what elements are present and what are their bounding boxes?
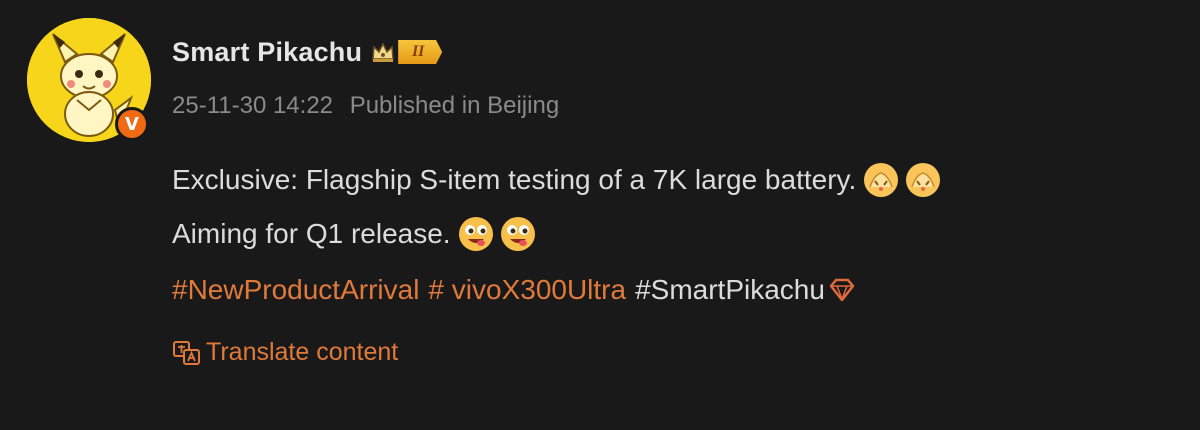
weibo-post: V Smart Pikachu II 25-11-30 14:22 Publis… bbox=[0, 0, 1200, 430]
hashtag-smart-pikachu[interactable]: #SmartPikachu bbox=[635, 268, 825, 312]
verified-badge: V bbox=[115, 107, 149, 141]
author-name[interactable]: Smart Pikachu bbox=[172, 37, 362, 68]
hands-emoji-icon bbox=[906, 163, 941, 197]
hashtag-new-product-arrival[interactable]: #NewProductArrival bbox=[172, 268, 419, 312]
yummy-emoji-icon bbox=[458, 217, 493, 251]
post-timestamp[interactable]: 25-11-30 14:22 bbox=[172, 92, 333, 119]
translate-label: Translate content bbox=[206, 338, 399, 366]
level-badge[interactable]: II bbox=[398, 40, 443, 64]
post-content: Exclusive: Flagship S-item testing of a … bbox=[172, 158, 1172, 312]
post-meta: 25-11-30 14:22 Published in Beijing bbox=[172, 92, 559, 120]
content-text-2: Aiming for Q1 release. bbox=[172, 218, 451, 249]
hands-emoji-icon bbox=[864, 163, 899, 197]
hashtag-vivo-x300-ultra[interactable]: # vivoX300Ultra bbox=[428, 268, 626, 312]
translate-content-button[interactable]: Translate content bbox=[172, 338, 398, 367]
crown-icon bbox=[372, 42, 395, 62]
author-row: Smart Pikachu II bbox=[172, 32, 443, 72]
content-text-1: Exclusive: Flagship S-item testing of a … bbox=[172, 164, 857, 195]
hashtags-row: #NewProductArrival # vivoX300Ultra #Smar… bbox=[172, 268, 1172, 312]
translate-icon bbox=[173, 340, 200, 365]
post-location: Published in Beijing bbox=[349, 92, 560, 119]
content-line-1: Exclusive: Flagship S-item testing of a … bbox=[172, 158, 1172, 202]
yummy-emoji-icon bbox=[500, 217, 535, 251]
content-line-2: Aiming for Q1 release. bbox=[172, 212, 1172, 256]
diamond-icon bbox=[829, 278, 855, 302]
